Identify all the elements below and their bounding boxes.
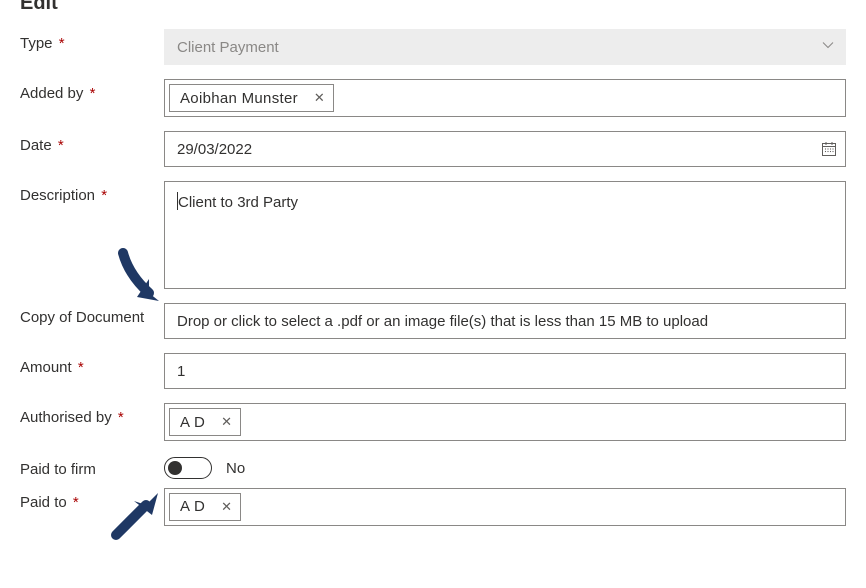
chip-label: Aoibhan Munster [180, 90, 298, 107]
calendar-icon[interactable] [821, 141, 837, 157]
label-copy-of-document: Copy of Document [20, 303, 164, 328]
description-value: Client to 3rd Party [178, 194, 298, 211]
chip-label: A D [180, 414, 205, 431]
type-value: Client Payment [177, 39, 279, 56]
remove-chip-icon[interactable]: ✕ [221, 414, 232, 430]
required-asterisk: * [78, 359, 84, 376]
paid-to-firm-toggle[interactable] [164, 457, 212, 479]
required-asterisk: * [58, 137, 64, 154]
required-asterisk: * [90, 85, 96, 102]
required-asterisk: * [73, 494, 79, 511]
chevron-down-icon [821, 38, 835, 56]
authorised-by-chip[interactable]: A D ✕ [169, 408, 241, 436]
paid-to-picker[interactable]: A D ✕ [164, 488, 846, 526]
label-description: Description * [20, 181, 164, 206]
type-select[interactable]: Client Payment [164, 29, 846, 65]
date-value: 29/03/2022 [177, 141, 252, 158]
added-by-chip[interactable]: Aoibhan Munster ✕ [169, 84, 334, 112]
label-date: Date * [20, 131, 164, 156]
amount-input[interactable]: 1 [164, 353, 846, 389]
file-dropzone[interactable]: Drop or click to select a .pdf or an ima… [164, 303, 846, 339]
authorised-by-picker[interactable]: A D ✕ [164, 403, 846, 441]
label-amount: Amount * [20, 353, 164, 378]
description-textarea[interactable]: Client to 3rd Party [164, 181, 846, 289]
remove-chip-icon[interactable]: ✕ [314, 90, 325, 106]
label-added-by: Added by * [20, 79, 164, 104]
amount-value: 1 [177, 363, 185, 380]
required-asterisk: * [118, 409, 124, 426]
added-by-picker[interactable]: Aoibhan Munster ✕ [164, 79, 846, 117]
remove-chip-icon[interactable]: ✕ [221, 499, 232, 515]
required-asterisk: * [59, 35, 65, 52]
dropzone-hint: Drop or click to select a .pdf or an ima… [177, 313, 708, 330]
label-type: Type * [20, 29, 164, 54]
chip-label: A D [180, 498, 205, 515]
label-paid-to-firm: Paid to firm [20, 455, 164, 480]
page-title: Edit [20, 0, 846, 15]
required-asterisk: * [101, 187, 107, 204]
date-input[interactable]: 29/03/2022 [164, 131, 846, 167]
label-authorised-by: Authorised by * [20, 403, 164, 428]
toggle-state-label: No [226, 460, 245, 477]
label-paid-to: Paid to * [20, 488, 164, 513]
paid-to-chip[interactable]: A D ✕ [169, 493, 241, 521]
toggle-knob [168, 461, 182, 475]
